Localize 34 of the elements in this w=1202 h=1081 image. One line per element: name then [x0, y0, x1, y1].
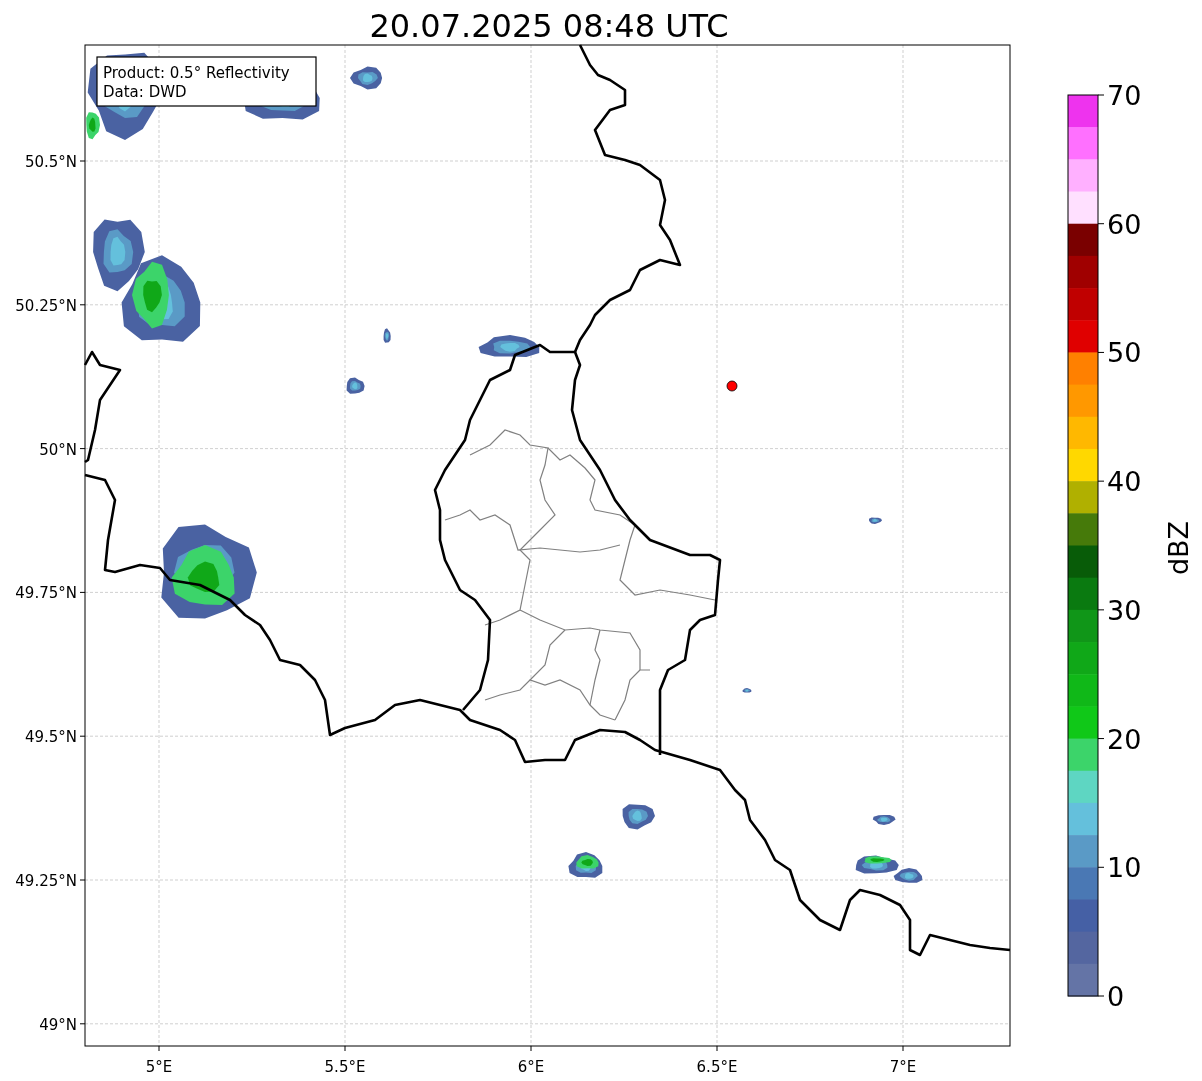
radar-echo	[383, 328, 391, 343]
info-text: Product: 0.5° Reflectivity	[103, 64, 290, 82]
y-tick-label: 50.25°N	[15, 296, 77, 315]
colorbar-tick-label: 30	[1107, 594, 1142, 626]
x-tick-label: 6.5°E	[696, 1058, 738, 1076]
x-tick-label: 7°E	[889, 1058, 917, 1076]
radar-echo	[872, 814, 896, 825]
radar-echo	[478, 335, 540, 357]
colorbar-tick-label: 50	[1107, 337, 1142, 369]
y-tick-label: 49.5°N	[24, 728, 77, 747]
colorbar-label: dBZ	[1163, 520, 1194, 576]
y-tick-label: 49°N	[39, 1015, 77, 1034]
y-tick-label: 49.75°N	[15, 584, 77, 603]
colorbar-tick-label: 20	[1107, 723, 1142, 755]
colorbar-tick-label: 70	[1107, 80, 1142, 111]
colorbar-tick-label: 10	[1107, 852, 1142, 884]
radar-echo	[869, 517, 882, 524]
colorbar-tick-label: 0	[1107, 981, 1125, 1012]
y-tick-label: 50.5°N	[24, 153, 77, 171]
radar-echo	[742, 688, 752, 693]
radar-echo	[622, 804, 655, 830]
radar-echo	[346, 377, 365, 394]
colorbar-tick-label: 60	[1107, 208, 1142, 240]
x-tick-label: 5.5°E	[324, 1058, 366, 1076]
colorbar-tick-label: 40	[1107, 466, 1142, 498]
x-tick-label: 5°E	[145, 1058, 173, 1076]
chart-title: 20.07.2025 08:48 UTC	[369, 7, 729, 45]
radar-echo	[350, 66, 383, 90]
x-tick-label: 6°E	[517, 1058, 545, 1076]
y-tick-label: 49.25°N	[15, 872, 77, 890]
radar-echo	[568, 852, 603, 878]
radar-site-marker	[726, 380, 738, 392]
info-text: Data: DWD	[103, 83, 187, 101]
y-tick-label: 50°N	[39, 440, 77, 459]
